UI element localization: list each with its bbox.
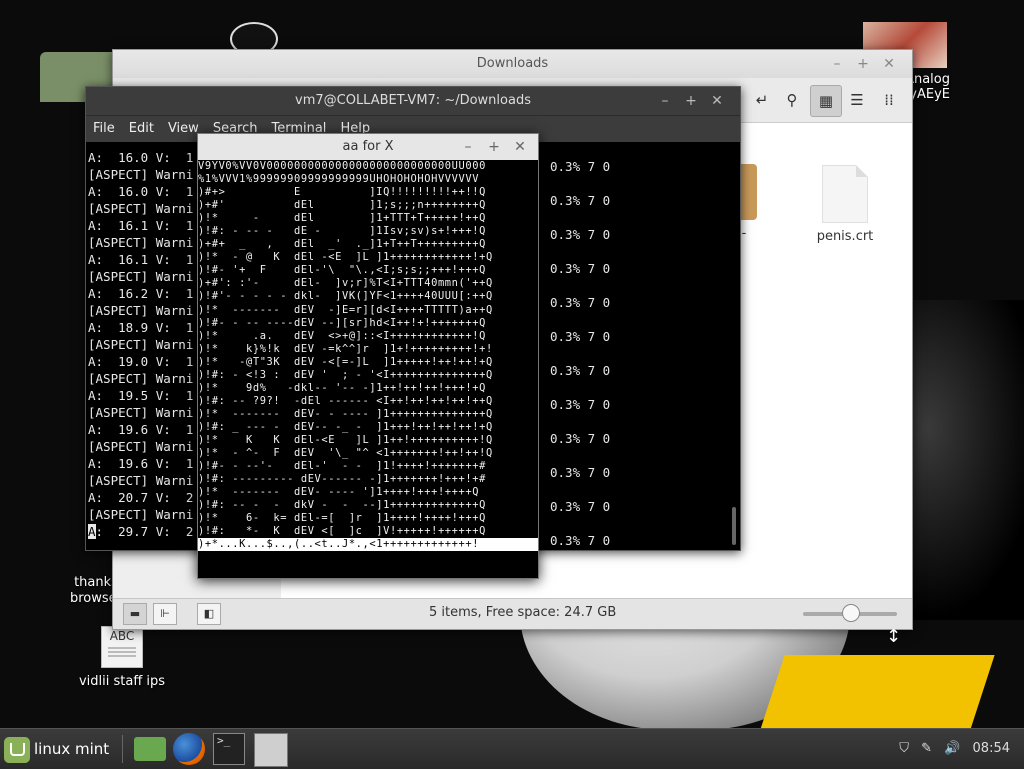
ascii-art-line: )!#: *- K dEV <[ ]c ]V!+++++!++++++Q	[198, 525, 486, 538]
ascii-art-line: )!#'- - - - - dkl- ]VK(]YF<1++++40UUU[:+…	[198, 290, 493, 303]
close-icon[interactable]: ✕	[704, 87, 730, 115]
terminal-stat: 0.3% 7 0	[550, 363, 611, 378]
ascii-art-line: )!#: - <!3 : dEV ' ; - '<I++++++++++++++…	[198, 368, 493, 381]
menu-button[interactable]: linux mint	[4, 733, 109, 765]
terminal-launcher-icon[interactable]: >_	[213, 733, 245, 765]
terminal-stat: 0.3% 7 0	[550, 499, 611, 514]
terminal-stat: 0.3% 7 0	[550, 193, 611, 208]
grid-view-icon[interactable]: ▦	[810, 85, 842, 117]
volume-icon[interactable]: 🔊	[944, 729, 960, 769]
files-title: Downloads	[113, 50, 912, 78]
ascii-art-line: )!* 6- k= dEl-=[ ]r ]1++++!++++!+++Q	[198, 512, 486, 525]
taskbar: linux mint >_ ⛉ ✎ 🔊 08:54	[0, 728, 1024, 769]
terminal-stat: 0.3% 7 0	[550, 397, 611, 412]
mint-logo-icon	[4, 736, 30, 763]
ascii-art-line: %1%VVV1%99999909999999999UHOHOHOHOHVVVVV…	[198, 173, 480, 186]
network-icon[interactable]: ✎	[921, 729, 932, 769]
ascii-art-line: )+*...K...$..,(..<t..J*.,<1+++++++++++++…	[198, 538, 538, 552]
terminal-stat: 0.3% 7 0	[550, 159, 611, 174]
ascii-art-line: )!#- - --'- dEl-' - - ]1!++++!+++++++#	[198, 460, 486, 473]
aa-window-button-icon[interactable]	[254, 733, 288, 767]
ascii-art-line: )!* - @ K dEl -<E ]L ]1++++++++++++!+Q	[198, 251, 493, 264]
minimize-icon[interactable]: –	[652, 87, 678, 115]
ascii-art-line: )!* - dEl ]1+TTT+T+++++!++Q	[198, 212, 486, 225]
ascii-art-line: )!* ------- dEV- - ---- ]1++++++++++++++…	[198, 407, 493, 420]
ascii-video-output: V9YV0%VV0V000000000000000000000000000UU0…	[198, 160, 538, 578]
terminal-cursor: A	[88, 524, 96, 539]
terminal-stat: 0.3% 7 0	[550, 533, 611, 548]
files-launcher-icon[interactable]	[134, 737, 166, 761]
ascii-art-line: )!#: -- - - dkV - - --]1+++++++++++++Q	[198, 499, 486, 512]
open-terminal-icon[interactable]: ↵	[747, 85, 777, 115]
zoom-slider-knob[interactable]	[842, 604, 860, 622]
ascii-art-line: )!#: --------- dEV------ -]1+++++++!+++!…	[198, 473, 486, 486]
list-view-icon[interactable]: ☰	[842, 85, 872, 115]
ascii-art-line: )#+> E ]IQ!!!!!!!!!++!!Q	[198, 186, 486, 199]
ascii-art-line: )!#- - -- ----dEV --][sr]hd<I++!+!++++++…	[198, 316, 486, 329]
terminal-stat: 0.3% 7 0	[550, 295, 611, 310]
maximize-icon[interactable]: +	[850, 50, 876, 78]
status-bar: ▬ ⊩ ◧ 5 items, Free space: 24.7 GB	[113, 598, 912, 629]
terminal-stats-column: 0.3% 7 0 0.3% 7 0 0.3% 7 0 0.3% 7 0 0.3% 7 0…	[550, 158, 610, 566]
system-tray: ⛉ ✎ 🔊 08:54	[891, 729, 1016, 769]
ascii-art-line: )!* ------- dEV- ---- ']1++++!+++!++++Q	[198, 486, 480, 499]
ascii-art-line: )+#+ _ , dEl _' ._]1+T++T+++++++++Q	[198, 238, 486, 251]
taskbar-separator	[122, 735, 123, 763]
minimize-icon[interactable]: –	[456, 134, 480, 160]
ascii-art-line: )!* 9d% -dkl-- '-- -]1++!++!++!+++!+Q	[198, 381, 486, 394]
ascii-art-line: )!#: _ --- - dEV-- -_ - ]1+++!++!++!++!+…	[198, 420, 493, 433]
places-sidebar-icon[interactable]: ▬	[123, 603, 147, 625]
ascii-art-line: )!* ------- dEV -]E=r][d<I++++TTTTT)a++Q	[198, 303, 493, 316]
terminal-stat: 0.3% 7 0	[550, 431, 611, 446]
terminal-stat: 0.3% 7 0	[550, 227, 611, 242]
status-text: 5 items, Free space: 24.7 GB	[429, 605, 617, 620]
desktop-icon-vidlii-staff-ips[interactable]: ABC vidlii staff ips	[70, 626, 174, 689]
close-icon[interactable]: ✕	[508, 134, 532, 160]
ascii-art-line: )+#': :'- dEl- ]v;r]%T<I+TTT40mmn('++Q	[198, 277, 493, 290]
terminal-stat: 0.3% 7 0	[550, 329, 611, 344]
ascii-art-line: )!* k}%!k dEV -=k^^]r ]1+!+++++++++!+!	[198, 342, 493, 355]
abc-badge: ABC	[109, 629, 135, 643]
firefox-launcher-icon[interactable]	[173, 733, 205, 765]
ascii-art-line: )!* -@T"3K dEV -<[=-]L ]1+++++!++!++!+Q	[198, 355, 493, 368]
terminal-scrollbar[interactable]	[732, 507, 736, 545]
ascii-art-line: )!#- '+ F dEl-'\ "\.,<I;s;s;;+++!+++Q	[198, 264, 486, 277]
shield-icon[interactable]: ⛉	[899, 729, 909, 769]
ascii-art-line: )!#: - -- - dE - ]1Isv;sv)s+!+++!Q	[198, 225, 486, 238]
maximize-icon[interactable]: +	[482, 134, 506, 160]
ascii-art-line: )!* .a. dEV <>+@]::<I++++++++++++!Q	[198, 329, 486, 342]
hide-sidebar-icon[interactable]: ◧	[197, 603, 221, 625]
desktop-icon-label: vidlii staff ips	[78, 674, 166, 689]
minimize-icon[interactable]: –	[824, 50, 850, 78]
menu-edit[interactable]: Edit	[122, 116, 161, 142]
tree-sidebar-icon[interactable]: ⊩	[153, 603, 177, 625]
text-document-icon: ABC	[101, 626, 143, 668]
ascii-art-line: )!* - ^- F dEV '\_ "^ <1+++++++!++!++!Q	[198, 447, 493, 460]
file-label: penis.crt	[816, 229, 874, 244]
close-icon[interactable]: ✕	[876, 50, 902, 78]
ascii-art-line: )!#: -- ?9?! -dEl ------ <I++!++!++!++!+…	[198, 394, 493, 407]
terminal-stat: 0.3% 7 0	[550, 261, 611, 276]
menu-label: linux mint	[34, 740, 110, 758]
ascii-art-line: )+#' dEl ]1;s;;;n++++++++Q	[198, 199, 486, 212]
ascii-art-line: )!* K K dEl-<E ]L ]1++!++++++++++!Q	[198, 433, 493, 446]
compact-view-icon[interactable]: ⁞⁞	[874, 85, 904, 115]
maximize-icon[interactable]: +	[678, 87, 704, 115]
certificate-file-icon	[822, 165, 868, 223]
menu-file[interactable]: File	[86, 116, 122, 142]
ascii-art-line: V9YV0%VV0V000000000000000000000000000UU0…	[198, 160, 486, 172]
terminal-title: vm7@COLLABET-VM7: ~/Downloads	[86, 87, 740, 115]
terminal-stat: 0.3% 7 0	[550, 465, 611, 480]
file-item-penis-crt[interactable]: penis.crt	[805, 165, 885, 244]
search-icon[interactable]: ⚲	[777, 85, 807, 115]
resize-cursor-icon: ↕	[886, 626, 902, 647]
aa-window[interactable]: aa for X – + ✕ V9YV0%VV0V000000000000000…	[197, 133, 539, 579]
clock[interactable]: 08:54	[973, 729, 1010, 769]
